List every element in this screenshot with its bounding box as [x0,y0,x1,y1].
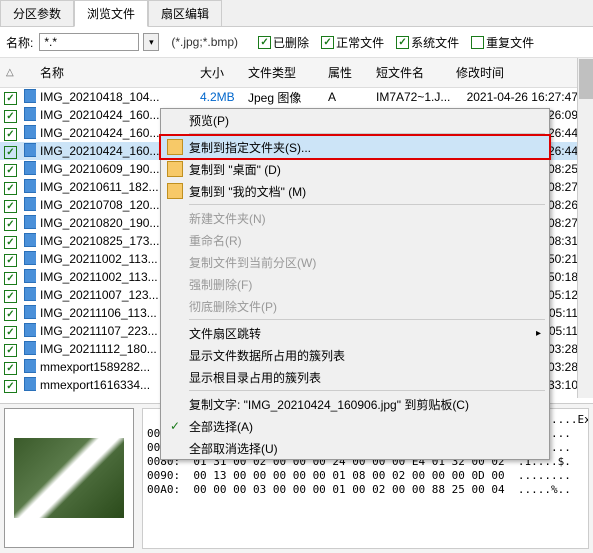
file-icon [24,215,36,229]
menu-separator [189,204,545,205]
folder-icon [167,183,183,199]
file-name: IMG_20210418_104... [36,90,196,104]
row-checkbox[interactable]: ✓ [4,200,17,213]
file-icon [24,323,36,337]
file-icon [24,143,36,157]
row-checkbox[interactable]: ✓ [4,92,17,105]
menu-preview[interactable]: 预览(P) [161,109,549,131]
file-icon [24,305,36,319]
row-checkbox[interactable]: ✓ [4,218,17,231]
filter-label: 名称: [6,34,33,51]
submenu-arrow-icon: ▸ [536,328,541,339]
menu-sector-jump[interactable]: 文件扇区跳转 ▸ [161,322,549,344]
menu-new-folder: 新建文件夹(N) [161,207,549,229]
row-checkbox[interactable]: ✓ [4,362,17,375]
row-checkbox[interactable]: ✓ [4,164,17,177]
menu-separator [189,390,545,391]
menu-rename: 重命名(R) [161,229,549,251]
tab-browse-files[interactable]: 浏览文件 [74,0,148,27]
row-checkbox[interactable]: ✓ [4,272,17,285]
menu-copy-to-docs-label: 复制到 "我的文档" (M) [189,183,306,200]
checkbox-repeat-label: 重复文件 [486,34,534,51]
menu-select-all-label: 全部选择(A) [189,418,253,435]
file-icon [24,89,36,103]
checkbox-normal-label: 正常文件 [336,34,384,51]
folder-icon [167,161,183,177]
file-icon [24,287,36,301]
filter-input[interactable] [39,33,139,51]
menu-deselect-all[interactable]: 全部取消选择(U) [161,437,549,459]
sort-indicator-icon: △ [6,67,14,78]
tab-bar: 分区参数 浏览文件 扇区编辑 [0,0,593,27]
menu-show-data-clusters[interactable]: 显示文件数据所占用的簇列表 [161,344,549,366]
filter-dropdown-button[interactable]: ▾ [143,33,159,51]
checkbox-repeat[interactable]: ✓ [471,36,484,49]
file-size: 4.2MB [196,90,244,104]
row-checkbox[interactable]: ✓ [4,308,17,321]
checkbox-deleted[interactable]: ✓ [258,36,271,49]
file-icon [24,269,36,283]
tab-sector-edit[interactable]: 扇区编辑 [148,0,222,26]
row-checkbox[interactable]: ✓ [4,290,17,303]
file-icon [24,125,36,139]
file-icon [24,197,36,211]
header-attr[interactable]: 属性 [324,62,372,83]
row-checkbox[interactable]: ✓ [4,326,17,339]
checkbox-normal[interactable]: ✓ [321,36,334,49]
scroll-thumb[interactable] [579,59,593,99]
row-checkbox[interactable]: ✓ [4,254,17,267]
file-type: Jpeg 图像 [244,89,324,106]
checkbox-system-label: 系统文件 [411,34,459,51]
menu-select-all[interactable]: ✓ 全部选择(A) [161,415,549,437]
menu-force-delete: 强制删除(F) [161,273,549,295]
file-icon [24,341,36,355]
checkbox-system[interactable]: ✓ [396,36,409,49]
file-icon [24,359,36,373]
tab-partition-params[interactable]: 分区参数 [0,0,74,26]
menu-copy-to-folder[interactable]: 复制到指定文件夹(S)... [159,134,551,160]
file-attr: A [324,90,372,104]
checkbox-deleted-label: 已删除 [273,34,309,51]
check-icon: ✓ [167,418,183,434]
menu-separator [189,319,545,320]
header-type[interactable]: 文件类型 [244,62,324,83]
vertical-scrollbar[interactable] [577,58,593,398]
row-checkbox[interactable]: ✓ [4,236,17,249]
menu-copy-to-desktop-label: 复制到 "桌面" (D) [189,161,281,178]
file-short: IM7A72~1.J... [372,90,452,104]
menu-copy-to-partition: 复制文件到当前分区(W) [161,251,549,273]
column-headers: △ 名称 大小 文件类型 属性 短文件名 修改时间 [0,58,593,88]
menu-copy-to-desktop[interactable]: 复制到 "桌面" (D) [161,158,549,180]
filter-extensions: (*.jpg;*.bmp) [171,35,238,49]
menu-purge-delete: 彻底删除文件(P) [161,295,549,317]
header-name[interactable]: 名称 [36,62,196,83]
file-icon [24,251,36,265]
image-thumbnail [4,408,134,548]
row-checkbox[interactable]: ✓ [4,344,17,357]
row-checkbox[interactable]: ✓ [4,146,17,159]
row-checkbox[interactable]: ✓ [4,380,17,393]
context-menu: 预览(P) 复制到指定文件夹(S)... 复制到 "桌面" (D) 复制到 "我… [160,108,550,460]
row-checkbox[interactable]: ✓ [4,110,17,123]
folder-icon [167,139,183,155]
menu-sector-jump-label: 文件扇区跳转 [189,325,261,342]
header-short[interactable]: 短文件名 [372,62,452,83]
file-icon [24,179,36,193]
header-date[interactable]: 修改时间 [452,62,582,83]
row-checkbox[interactable]: ✓ [4,128,17,141]
menu-show-root-clusters[interactable]: 显示根目录占用的簇列表 [161,366,549,388]
file-icon [24,161,36,175]
header-size[interactable]: 大小 [196,62,244,83]
file-icon [24,233,36,247]
menu-copy-to-docs[interactable]: 复制到 "我的文档" (M) [161,180,549,202]
file-row[interactable]: ✓ IMG_20210418_104...4.2MBJpeg 图像AIM7A72~… [0,88,593,106]
file-icon [24,377,36,391]
row-checkbox[interactable]: ✓ [4,182,17,195]
file-icon [24,107,36,121]
file-date: 2021-04-26 16:27:47 [452,90,582,104]
thumbnail-image [14,438,124,518]
menu-copy-text[interactable]: 复制文字: "IMG_20210424_160906.jpg" 到剪贴板(C) [161,393,549,415]
filter-bar: 名称: ▾ (*.jpg;*.bmp) ✓已删除 ✓正常文件 ✓系统文件 ✓重复… [0,27,593,58]
menu-copy-to-folder-label: 复制到指定文件夹(S)... [189,139,311,156]
